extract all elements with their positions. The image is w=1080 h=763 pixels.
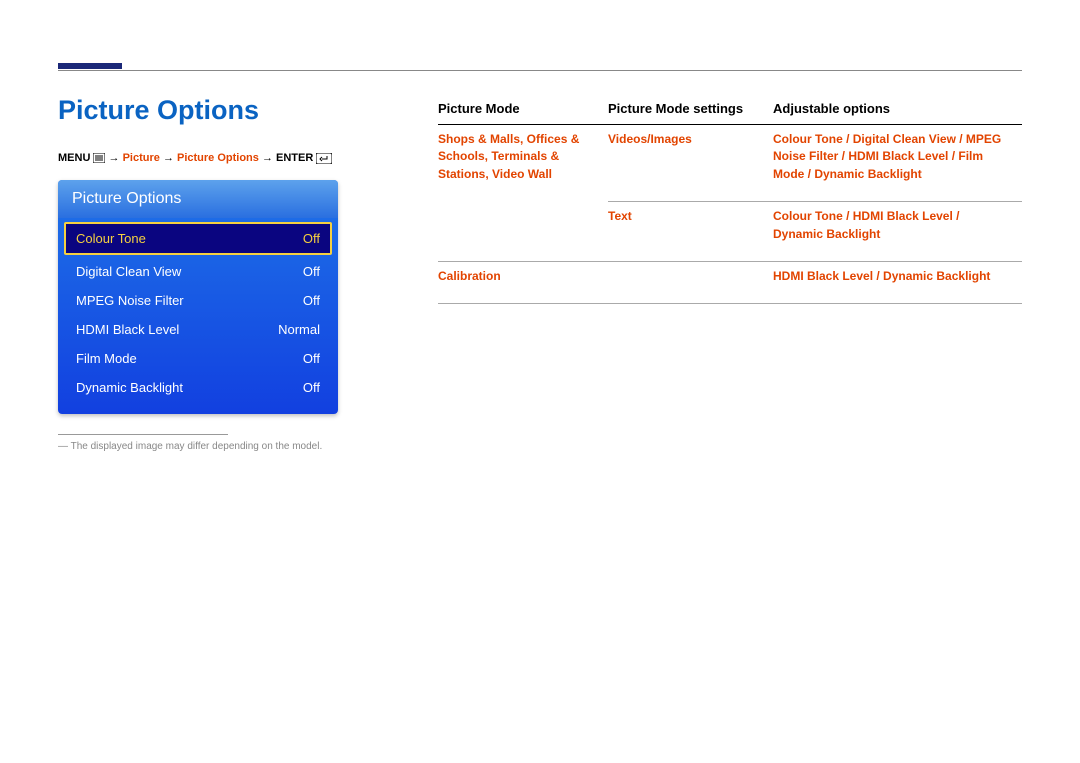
breadcrumb-arrow-3: → xyxy=(262,152,273,164)
osd-panel: Picture Options Colour Tone Off Digital … xyxy=(58,180,338,414)
osd-header: Picture Options xyxy=(58,180,338,218)
osd-row-value: Off xyxy=(303,231,320,246)
th-picture-mode: Picture Mode xyxy=(438,95,608,125)
th-picture-mode-set: Picture Mode settings xyxy=(608,95,773,125)
page: Picture Options MENU → Picture → Picture… xyxy=(0,0,1080,60)
breadcrumb-enter-label: ENTER xyxy=(276,152,313,164)
th-adjustable: Adjustable options xyxy=(773,95,1022,125)
page-title: Picture Options xyxy=(58,95,408,126)
osd-row-label: MPEG Noise Filter xyxy=(76,293,184,308)
breadcrumb-picture: Picture xyxy=(123,152,160,164)
right-column: Picture Mode Picture Mode settings Adjus… xyxy=(438,95,1022,452)
osd-row-mpeg-noise-filter[interactable]: MPEG Noise Filter Off xyxy=(66,286,330,315)
cell-adjustable: Colour Tone / Digital Clean View / MPEG … xyxy=(773,125,1022,202)
osd-row-value: Off xyxy=(303,351,320,366)
breadcrumb-arrow-2: → xyxy=(163,152,174,164)
osd-row-value: Off xyxy=(303,264,320,279)
left-column: Picture Options MENU → Picture → Picture… xyxy=(58,95,438,452)
osd-row-dynamic-backlight[interactable]: Dynamic Backlight Off xyxy=(66,373,330,402)
enter-icon xyxy=(316,152,332,164)
table-row: Shops & Malls, Offices & Schools, Termin… xyxy=(438,125,1022,202)
accent-bar xyxy=(58,63,122,69)
osd-row-label: Digital Clean View xyxy=(76,264,181,279)
cell-settings: Videos/Images xyxy=(608,125,773,202)
cell-settings xyxy=(608,261,773,303)
cell-mode: Calibration xyxy=(438,261,608,303)
osd-row-hdmi-black-level[interactable]: HDMI Black Level Normal xyxy=(66,315,330,344)
cell-adjustable: HDMI Black Level / Dynamic Backlight xyxy=(773,261,1022,303)
footnote: ― The displayed image may differ dependi… xyxy=(58,441,408,452)
breadcrumb-arrow-1: → xyxy=(109,152,120,164)
breadcrumb: MENU → Picture → Picture Options → ENTER xyxy=(58,152,408,164)
osd-row-colour-tone[interactable]: Colour Tone Off xyxy=(64,222,332,255)
breadcrumb-menu-label: MENU xyxy=(58,152,90,164)
osd-row-label: Colour Tone xyxy=(76,231,146,246)
menu-icon xyxy=(93,152,105,164)
osd-row-label: Dynamic Backlight xyxy=(76,380,183,395)
content-area: Picture Options MENU → Picture → Picture… xyxy=(58,95,1022,452)
osd-row-value: Off xyxy=(303,380,320,395)
table-row: Calibration HDMI Black Level / Dynamic B… xyxy=(438,261,1022,303)
cell-adjustable: Colour Tone / HDMI Black Level / Dynamic… xyxy=(773,202,1022,262)
osd-row-digital-clean-view[interactable]: Digital Clean View Off xyxy=(66,257,330,286)
osd-row-label: HDMI Black Level xyxy=(76,322,179,337)
cell-mode: Shops & Malls, Offices & Schools, Termin… xyxy=(438,125,608,262)
footnote-rule xyxy=(58,434,228,435)
breadcrumb-picture-options: Picture Options xyxy=(177,152,259,164)
top-rule xyxy=(58,70,1022,71)
osd-row-value: Off xyxy=(303,293,320,308)
osd-row-label: Film Mode xyxy=(76,351,137,366)
osd-list: Colour Tone Off Digital Clean View Off M… xyxy=(58,218,338,414)
osd-row-film-mode[interactable]: Film Mode Off xyxy=(66,344,330,373)
cell-settings: Text xyxy=(608,202,773,262)
osd-row-value: Normal xyxy=(278,322,320,337)
options-table: Picture Mode Picture Mode settings Adjus… xyxy=(438,95,1022,304)
